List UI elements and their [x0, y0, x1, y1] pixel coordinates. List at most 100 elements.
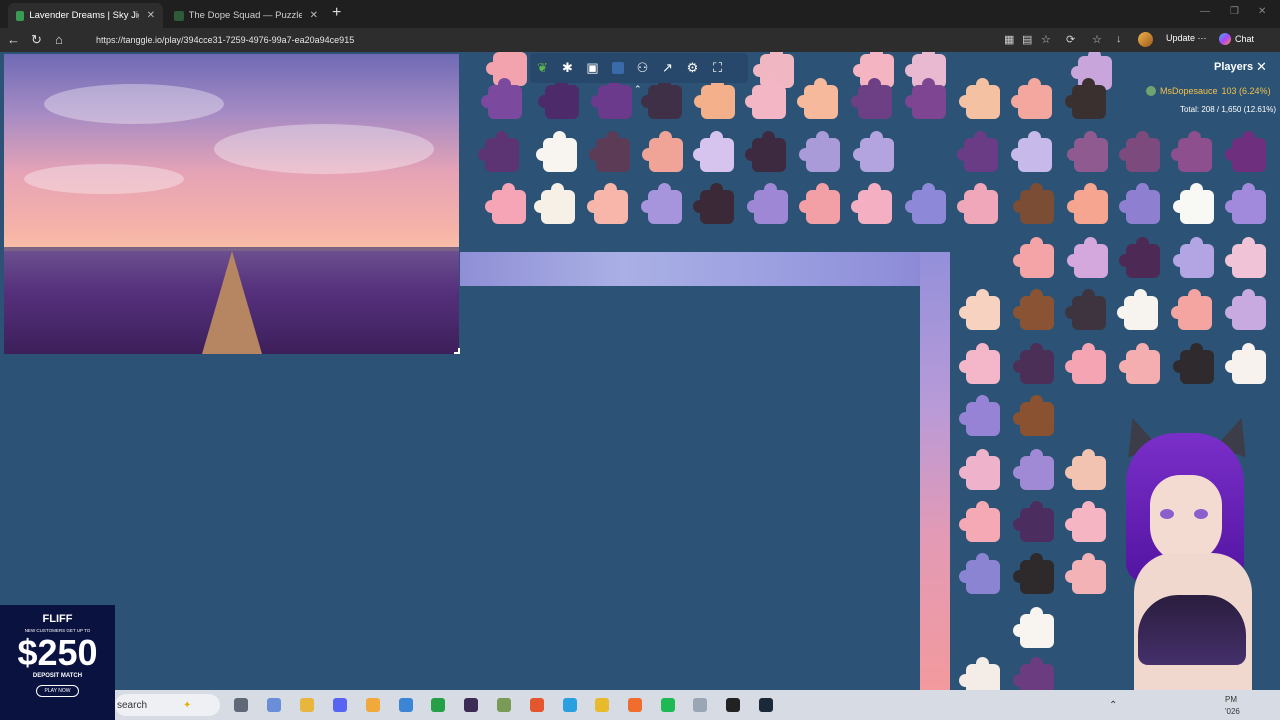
copilot-chat-button[interactable]: Chat [1219, 33, 1254, 45]
puzzle-piece[interactable] [591, 78, 632, 119]
back-icon[interactable]: ← [7, 32, 20, 47]
settings-gear-icon[interactable]: ⚙ [680, 56, 705, 81]
puzzle-piece[interactable] [851, 78, 892, 119]
puzzle-piece[interactable] [694, 78, 735, 119]
url-input[interactable]: https://tanggle.io/play/394cce31-7259-49… [78, 31, 996, 49]
puzzle-piece[interactable] [959, 553, 1000, 594]
puzzle-piece[interactable] [959, 78, 1000, 119]
taskbar-search-box[interactable]: search ✦ [115, 694, 220, 716]
puzzle-piece[interactable] [1011, 131, 1052, 172]
chrome-icon[interactable] [595, 698, 609, 712]
puzzle-piece-icon[interactable]: ✱ [555, 56, 580, 81]
close-tab-icon[interactable]: ✕ [147, 10, 155, 21]
puzzle-piece[interactable] [799, 183, 840, 224]
maximize-icon[interactable]: ❐ [1230, 6, 1239, 17]
app-icon[interactable] [726, 698, 740, 712]
puzzle-piece[interactable] [1119, 131, 1160, 172]
fliff-ad-banner[interactable]: FLIFF NEW CUSTOMERS GET UP TO $250 DEPOS… [0, 605, 115, 720]
ad-play-now-button[interactable]: PLAY NOW [35, 685, 80, 697]
puzzle-piece[interactable] [1013, 657, 1054, 690]
new-tab-button[interactable]: + [332, 4, 341, 22]
h-app-icon[interactable] [431, 698, 445, 712]
puzzle-piece[interactable] [959, 289, 1000, 330]
assembled-top-edge[interactable] [460, 252, 950, 286]
puzzle-piece[interactable] [957, 131, 998, 172]
players-icon[interactable]: ⚇ [630, 56, 655, 81]
puzzle-piece[interactable] [642, 131, 683, 172]
puzzle-piece[interactable] [1013, 607, 1054, 648]
puzzle-piece[interactable] [1067, 183, 1108, 224]
puzzle-piece[interactable] [1173, 343, 1214, 384]
close-tab-icon[interactable]: ✕ [310, 10, 318, 21]
app-icon[interactable] [399, 698, 413, 712]
favorites-icon[interactable]: ☆ [1092, 33, 1102, 46]
spotify-icon[interactable] [661, 698, 675, 712]
copilot-app-icon[interactable] [267, 698, 281, 712]
puzzle-piece[interactable] [1013, 289, 1054, 330]
puzzle-piece[interactable] [1119, 237, 1160, 278]
bird-app-icon[interactable] [366, 698, 380, 712]
puzzle-piece[interactable] [1013, 183, 1054, 224]
puzzle-piece[interactable] [959, 449, 1000, 490]
profile-avatar[interactable] [1138, 32, 1153, 47]
close-players-icon[interactable]: ✕ [1256, 59, 1267, 75]
puzzle-piece[interactable] [1173, 183, 1214, 224]
favorite-star-icon[interactable]: ☆ [1041, 33, 1051, 46]
obs-icon[interactable] [464, 698, 478, 712]
puzzle-piece[interactable] [797, 78, 838, 119]
puzzle-piece[interactable] [1171, 131, 1212, 172]
puzzle-piece[interactable] [1065, 78, 1106, 119]
puzzle-piece[interactable] [1013, 237, 1054, 278]
puzzle-piece[interactable] [1013, 553, 1054, 594]
tab-dope-squad[interactable]: The Dope Squad — Puzzles ✕ [166, 3, 326, 28]
puzzle-piece[interactable] [534, 183, 575, 224]
image-preview-icon[interactable]: ▣ [580, 56, 605, 81]
puzzle-piece[interactable] [1067, 237, 1108, 278]
puzzle-piece[interactable] [536, 131, 577, 172]
puzzle-piece[interactable] [959, 343, 1000, 384]
download-icon[interactable]: ↓ [1116, 33, 1122, 45]
home-icon[interactable]: ⌂ [55, 32, 63, 47]
puzzle-piece[interactable] [747, 183, 788, 224]
puzzle-piece[interactable] [1013, 395, 1054, 436]
puzzle-piece[interactable] [1117, 289, 1158, 330]
puzzle-piece[interactable] [959, 395, 1000, 436]
puzzle-piece[interactable] [538, 78, 579, 119]
puzzle-piece[interactable] [1065, 289, 1106, 330]
share-icon[interactable]: ↗ [655, 56, 680, 81]
puzzle-piece[interactable] [481, 78, 522, 119]
tray-chevron-icon[interactable]: ⌃ [1109, 700, 1117, 711]
puzzle-piece[interactable] [1225, 131, 1266, 172]
reload-icon[interactable]: ↻ [31, 32, 42, 48]
tab-lavender-dreams[interactable]: Lavender Dreams | Sky Jigsaw ✕ [8, 3, 163, 28]
puzzle-piece[interactable] [1225, 183, 1266, 224]
puzzle-piece[interactable] [1065, 553, 1106, 594]
file-explorer-icon[interactable] [300, 698, 314, 712]
puzzle-piece[interactable] [1171, 289, 1212, 330]
grid-icon[interactable]: ▦ [1004, 33, 1014, 46]
puzzle-board[interactable]: ❦ ✱ ▣ ⚇ ↗ ⚙ ⛶ ⌃ Players ✕ MsDopesauce 10… [0, 52, 1280, 690]
reader-icon[interactable]: ▤ [1022, 33, 1032, 46]
puzzle-piece[interactable] [905, 183, 946, 224]
puzzle-piece[interactable] [1225, 289, 1266, 330]
puzzle-piece[interactable] [1225, 237, 1266, 278]
puzzle-piece[interactable] [1065, 501, 1106, 542]
puzzle-piece[interactable] [589, 131, 630, 172]
puzzle-piece[interactable] [1065, 449, 1106, 490]
close-window-icon[interactable]: ✕ [1258, 6, 1266, 17]
discord-icon[interactable] [333, 698, 347, 712]
assembled-right-edge[interactable] [920, 252, 950, 690]
puzzle-piece[interactable] [485, 183, 526, 224]
extensions-icon[interactable]: ⟳ [1066, 33, 1075, 46]
puzzle-piece[interactable] [853, 131, 894, 172]
puzzle-piece[interactable] [851, 183, 892, 224]
puzzle-piece[interactable] [799, 131, 840, 172]
puzzle-piece[interactable] [745, 131, 786, 172]
puzzle-piece[interactable] [1011, 78, 1052, 119]
puzzle-piece[interactable] [1225, 343, 1266, 384]
background-color-button[interactable] [605, 56, 630, 81]
puzzle-piece[interactable] [1065, 343, 1106, 384]
puzzle-piece[interactable] [693, 131, 734, 172]
puzzle-piece[interactable] [1013, 343, 1054, 384]
puzzle-piece[interactable] [905, 78, 946, 119]
